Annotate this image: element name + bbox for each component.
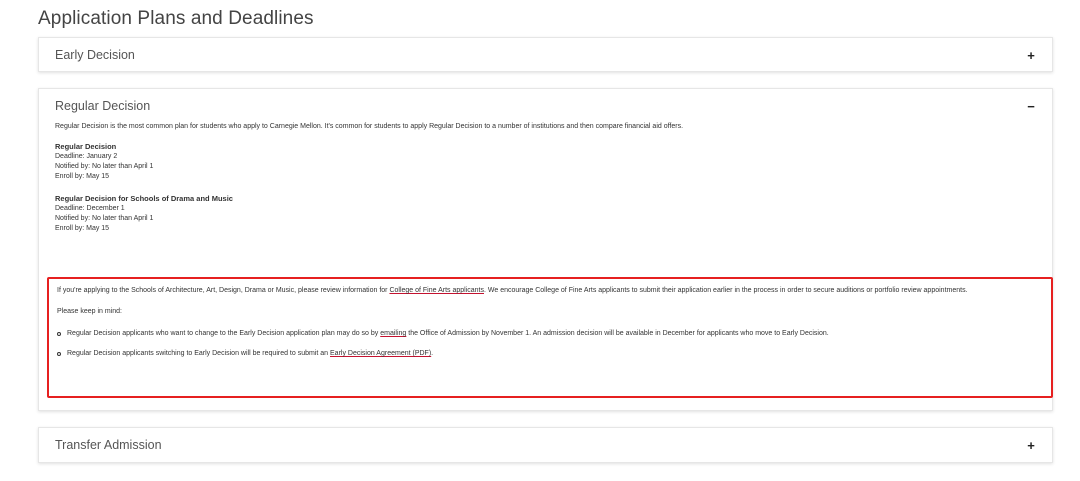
expand-icon[interactable]: + xyxy=(1024,438,1038,453)
plan-enroll: Enroll by: May 15 xyxy=(55,225,110,232)
plan-enroll: Enroll by: May 15 xyxy=(55,173,110,180)
regular-decision-intro: Regular Decision is the most common plan… xyxy=(55,123,684,130)
accordion-regular-decision: Regular Decision − Regular Decision is t… xyxy=(38,88,1053,411)
expand-icon[interactable]: + xyxy=(1024,48,1038,63)
fine-arts-note-text-end: . We encourage College of Fine Arts appl… xyxy=(484,287,968,294)
fine-arts-note-text: If you're applying to the Schools of Arc… xyxy=(57,287,390,294)
accordion-early-decision: Early Decision + xyxy=(38,37,1053,72)
plan-regular-decision: Regular Decision Deadline: January 2 Not… xyxy=(55,141,1036,182)
plan-drama-music: Regular Decision for Schools of Drama an… xyxy=(55,193,1036,234)
plan-title: Regular Decision xyxy=(55,142,117,151)
circle-bullet-icon xyxy=(57,332,61,336)
keep-in-mind-list: Regular Decision applicants who want to … xyxy=(57,329,1043,359)
accordion-transfer-admission: Transfer Admission + xyxy=(38,427,1053,463)
list-item-text: Regular Decision applicants who want to … xyxy=(67,330,829,337)
list-item-text: Regular Decision applicants switching to… xyxy=(67,350,434,357)
circle-bullet-icon xyxy=(57,352,61,356)
fine-arts-note: If you're applying to the Schools of Arc… xyxy=(57,286,1043,296)
collapse-icon[interactable]: − xyxy=(1024,99,1038,114)
keep-in-mind-text: Please keep in mind: xyxy=(57,308,122,315)
plan-notified: Notified by: No later than April 1 xyxy=(55,163,154,170)
plan-deadline: Deadline: December 1 xyxy=(55,205,125,212)
transfer-admission-title: Transfer Admission xyxy=(55,438,162,452)
list-item: Regular Decision applicants who want to … xyxy=(57,329,1043,339)
college-of-fine-arts-link[interactable]: College of Fine Arts applicants xyxy=(389,287,484,294)
plan-notified: Notified by: No later than April 1 xyxy=(55,215,154,222)
regular-decision-title: Regular Decision xyxy=(55,99,151,113)
early-decision-agreement-link[interactable]: Early Decision Agreement (PDF) xyxy=(330,350,431,357)
plan-deadline: Deadline: January 2 xyxy=(55,153,118,160)
page-title: Application Plans and Deadlines xyxy=(38,8,314,29)
plan-title: Regular Decision for Schools of Drama an… xyxy=(55,194,233,203)
early-decision-header[interactable]: Early Decision + xyxy=(39,38,1052,72)
regular-decision-header[interactable]: Regular Decision − xyxy=(39,89,1052,121)
highlighted-note-box: If you're applying to the Schools of Arc… xyxy=(47,277,1053,398)
early-decision-title: Early Decision xyxy=(55,48,135,62)
regular-decision-body: Regular Decision is the most common plan… xyxy=(39,122,1052,234)
emailing-link[interactable]: emailing xyxy=(380,330,406,337)
transfer-admission-header[interactable]: Transfer Admission + xyxy=(39,428,1052,462)
list-item: Regular Decision applicants switching to… xyxy=(57,349,1043,359)
